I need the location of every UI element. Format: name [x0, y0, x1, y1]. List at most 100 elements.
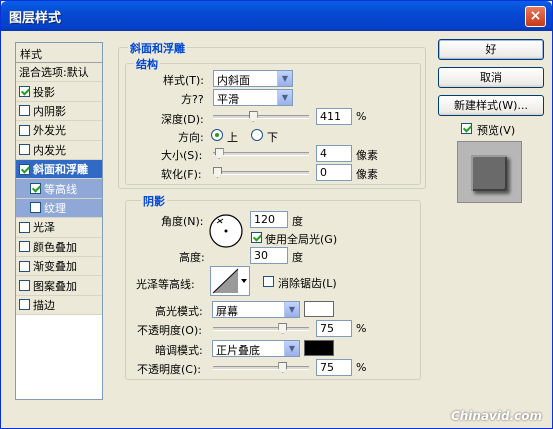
direction-up-label[interactable]: 上 [227, 129, 238, 145]
method-select[interactable]: 平滑 ▼ [213, 89, 293, 106]
depth-slider[interactable] [213, 111, 309, 122]
style-list-item[interactable]: 渐变叠加 [16, 256, 102, 277]
size-slider[interactable] [213, 148, 309, 159]
highlight-opacity-slider[interactable] [213, 323, 309, 334]
shadow-color-swatch[interactable] [304, 340, 334, 356]
chevron-down-icon: ▼ [277, 90, 292, 105]
style-list-item-label: 图案叠加 [33, 279, 77, 293]
highlight-mode-select[interactable]: 屏幕 ▼ [212, 301, 300, 318]
style-list-item[interactable]: 投影 [16, 82, 102, 102]
shadow-opacity-unit: % [356, 361, 367, 374]
style-list-checkbox[interactable] [19, 279, 30, 291]
style-list-checkbox[interactable] [19, 144, 30, 156]
style-list-item[interactable]: 等高线 [16, 179, 102, 199]
highlight-opacity-input[interactable]: 75 [316, 320, 352, 337]
style-list-item-label: 纹理 [44, 201, 66, 215]
style-list-item[interactable]: 光泽 [16, 218, 102, 238]
style-list-item-label: 描边 [33, 298, 55, 312]
shadow-mode-label: 暗调模式: [155, 344, 203, 357]
direction-down-radio[interactable] [251, 129, 263, 141]
watermark: Chinavid.com [450, 409, 542, 423]
style-list-checkbox[interactable] [19, 124, 30, 136]
highlight-color-swatch[interactable] [304, 301, 334, 317]
shadow-opacity-label: 不透明度(C): [137, 363, 201, 376]
style-list-item-label: 等高线 [44, 182, 77, 196]
size-label: 大小(S): [161, 149, 203, 162]
gloss-contour-picker[interactable] [210, 266, 250, 296]
altitude-unit: 度 [292, 251, 303, 264]
preview-tile [471, 155, 507, 191]
chevron-down-icon: ▼ [284, 302, 299, 317]
style-select[interactable]: 内斜面 ▼ [213, 70, 293, 87]
style-select-value: 内斜面 [217, 74, 250, 87]
style-label: 样式(T): [163, 74, 205, 87]
style-list-header[interactable]: 样式 [16, 43, 102, 63]
style-list-item-label: 颜色叠加 [33, 240, 77, 254]
close-button[interactable]: × [525, 6, 546, 27]
cancel-button[interactable]: 取消 [438, 67, 544, 88]
style-list-item[interactable]: 混合选项:默认 [16, 63, 102, 83]
soften-slider[interactable] [213, 167, 309, 178]
shadow-opacity-input[interactable]: 75 [316, 359, 352, 376]
style-list-item-label: 内阴影 [33, 104, 66, 118]
contour-curve-icon [212, 268, 247, 294]
size-input[interactable]: 4 [316, 145, 352, 162]
style-list-item[interactable]: 内阴影 [16, 101, 102, 122]
style-preview [457, 141, 522, 203]
shadow-mode-select[interactable]: 正片叠底 ▼ [212, 340, 300, 357]
altitude-label: 高度: [179, 251, 205, 264]
style-list-checkbox[interactable] [19, 163, 30, 175]
depth-unit: % [356, 110, 367, 123]
soften-unit: 像素 [356, 168, 378, 181]
style-list-checkbox[interactable] [19, 241, 30, 253]
chevron-down-icon: ▼ [284, 341, 299, 356]
highlight-opacity-unit: % [356, 322, 367, 335]
style-list-item[interactable]: 斜面和浮雕 [16, 159, 102, 180]
size-unit: 像素 [356, 149, 378, 162]
style-list: 样式 混合选项:默认投影内阴影外发光内发光 斜面和浮雕等高线纹理光泽颜色叠加渐变叠… [15, 42, 103, 400]
depth-label: 深度(D): [161, 113, 204, 126]
highlight-mode-label: 高光模式: [155, 305, 203, 318]
gloss-contour-label: 光泽等高线: [136, 278, 195, 291]
style-list-checkbox[interactable] [19, 299, 30, 311]
altitude-input[interactable]: 30 [250, 247, 288, 264]
antialias-checkbox[interactable] [263, 276, 274, 287]
style-list-item-label: 外发光 [33, 124, 66, 138]
bevel-section-title: 斜面和浮雕 [128, 40, 187, 56]
style-list-checkbox[interactable] [30, 202, 41, 214]
style-list-item[interactable]: 描边 [16, 295, 102, 316]
style-list-item[interactable]: 纹理 [16, 198, 102, 219]
angle-label: 角度(N): [161, 215, 204, 228]
direction-up-radio[interactable] [211, 129, 223, 141]
direction-down-label[interactable]: 下 [267, 129, 278, 145]
style-list-item[interactable]: 颜色叠加 [16, 237, 102, 257]
style-list-item[interactable]: 图案叠加 [16, 276, 102, 296]
preview-label[interactable]: 预览(V) [477, 122, 515, 138]
antialias-label[interactable]: 消除锯齿(L) [278, 275, 337, 291]
title-bar[interactable]: 图层样式 × [1, 1, 552, 31]
shadow-opacity-slider[interactable] [213, 362, 309, 373]
style-list-item[interactable]: 外发光 [16, 121, 102, 141]
shading-title: 阴影 [141, 193, 167, 209]
style-list-checkbox[interactable] [19, 260, 30, 272]
angle-dial[interactable] [208, 213, 244, 249]
global-light-label[interactable]: 使用全局光(G) [265, 231, 337, 247]
preview-checkbox[interactable] [461, 123, 472, 134]
shadow-mode-value: 正片叠底 [216, 344, 260, 357]
ok-button[interactable]: 好 [438, 39, 544, 60]
global-light-checkbox[interactable] [251, 232, 262, 243]
angle-input[interactable]: 120 [250, 211, 288, 228]
method-label: 方?? [181, 93, 204, 106]
new-style-button[interactable]: 新建样式(W)... [438, 95, 544, 116]
style-list-checkbox[interactable] [19, 221, 30, 233]
style-list-item-label: 投影 [33, 85, 55, 99]
method-select-value: 平滑 [217, 93, 239, 106]
soften-input[interactable]: 0 [316, 164, 352, 181]
style-list-checkbox[interactable] [19, 105, 30, 117]
style-list-checkbox[interactable] [19, 86, 30, 98]
layer-style-dialog: 图层样式 × 样式 混合选项:默认 投影 内阴影 外发光 内发光 斜面和浮雕 等高线 纹理 光泽… [0, 0, 553, 429]
direction-label: 方向: [178, 131, 204, 144]
depth-input[interactable]: 411 [316, 108, 352, 125]
style-list-checkbox[interactable] [30, 183, 41, 195]
style-list-item[interactable]: 内发光 [16, 140, 102, 160]
